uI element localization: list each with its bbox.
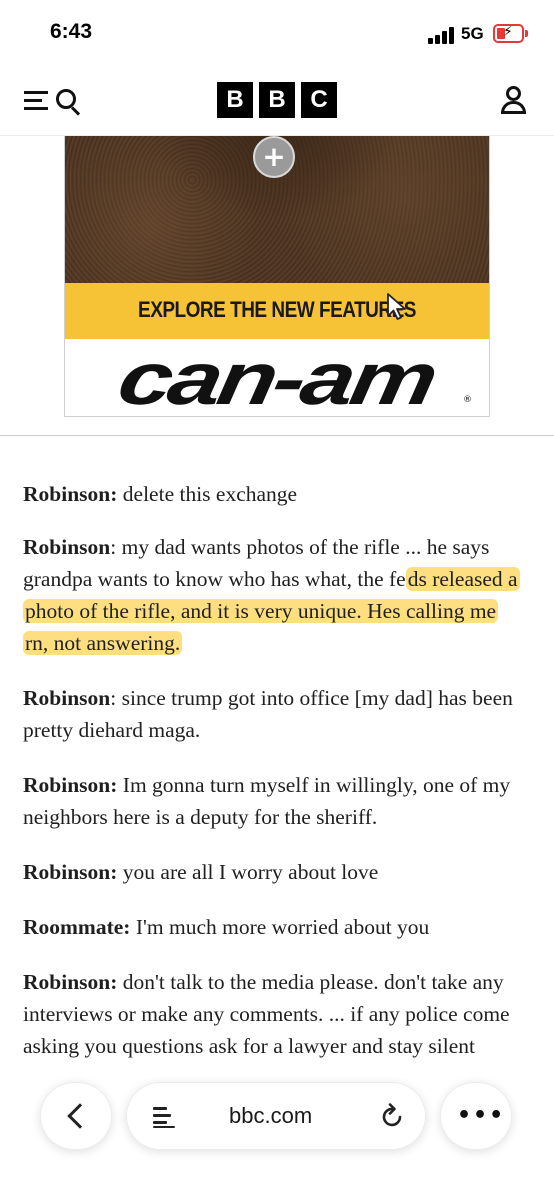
speaker-label: Robinson bbox=[23, 686, 111, 710]
speaker-label: Robinson: bbox=[23, 482, 118, 506]
speaker-label: Robinson bbox=[23, 535, 111, 559]
advertisement: + EXPLORE THE NEW FEATURES can-am ® bbox=[0, 136, 554, 436]
article-body: Robinson: delete this exchange Robinson:… bbox=[23, 478, 523, 1085]
menu-search-button[interactable] bbox=[24, 87, 82, 116]
logo-letter: B bbox=[259, 82, 295, 118]
ad-brand-text: can-am bbox=[112, 336, 442, 417]
status-time: 6:43 bbox=[50, 20, 93, 43]
battery-tip bbox=[525, 30, 528, 37]
speaker-label: Roommate: bbox=[23, 915, 131, 939]
article-paragraph: Robinson: since trump got into office [m… bbox=[23, 682, 523, 746]
speaker-label: Robinson: bbox=[23, 970, 118, 994]
message-text: you are all I worry about love bbox=[117, 860, 379, 884]
address-bar[interactable]: bbc.com bbox=[126, 1082, 426, 1150]
article-paragraph: Robinson: don't talk to the media please… bbox=[23, 966, 523, 1062]
network-label: 5G bbox=[461, 24, 484, 43]
speaker-label: Robinson: bbox=[23, 773, 118, 797]
reader-mode-icon[interactable] bbox=[153, 1105, 175, 1129]
cursor-arrow-icon bbox=[387, 293, 406, 320]
article-paragraph: Robinson: my dad wants photos of the rif… bbox=[23, 531, 523, 659]
ad-cta-text: EXPLORE THE NEW FEATURES bbox=[138, 298, 416, 323]
article-paragraph: Robinson: Im gonna turn myself in willin… bbox=[23, 769, 523, 833]
article-paragraph: Robinson: you are all I worry about love bbox=[23, 856, 523, 888]
logo-letter: B bbox=[217, 82, 253, 118]
account-icon[interactable] bbox=[499, 84, 529, 116]
logo-letter: C bbox=[301, 82, 337, 118]
article-paragraph: Robinson: delete this exchange bbox=[23, 478, 523, 510]
more-button[interactable]: ••• bbox=[440, 1082, 512, 1150]
message-text: I'm much more worried about you bbox=[130, 915, 430, 939]
message-text: delete this exchange bbox=[117, 482, 298, 506]
url-text: bbc.com bbox=[229, 1103, 313, 1128]
status-bar: 6:43 5G ⚡ bbox=[0, 0, 554, 62]
site-header: B B C bbox=[0, 62, 554, 136]
more-icon: ••• bbox=[457, 1103, 506, 1128]
article-paragraph: Roommate: I'm much more worried about yo… bbox=[23, 911, 523, 943]
browser-toolbar: bbc.com ••• bbox=[0, 1082, 554, 1154]
back-button[interactable] bbox=[40, 1082, 112, 1150]
signal-strength-icon bbox=[428, 27, 456, 44]
reload-icon[interactable] bbox=[381, 1103, 405, 1129]
registered-mark: ® bbox=[463, 395, 472, 405]
bbc-logo[interactable]: B B C bbox=[217, 82, 337, 118]
chevron-left-icon bbox=[67, 1103, 93, 1129]
ad-cta-banner[interactable]: EXPLORE THE NEW FEATURES bbox=[65, 283, 489, 339]
ad-creative[interactable]: + EXPLORE THE NEW FEATURES can-am ® bbox=[64, 136, 490, 417]
ad-brand-logo: can-am ® bbox=[65, 336, 489, 417]
charging-bolt-icon: ⚡ bbox=[503, 24, 513, 40]
ad-expand-button[interactable]: + bbox=[253, 136, 295, 178]
speaker-label: Robinson: bbox=[23, 860, 118, 884]
